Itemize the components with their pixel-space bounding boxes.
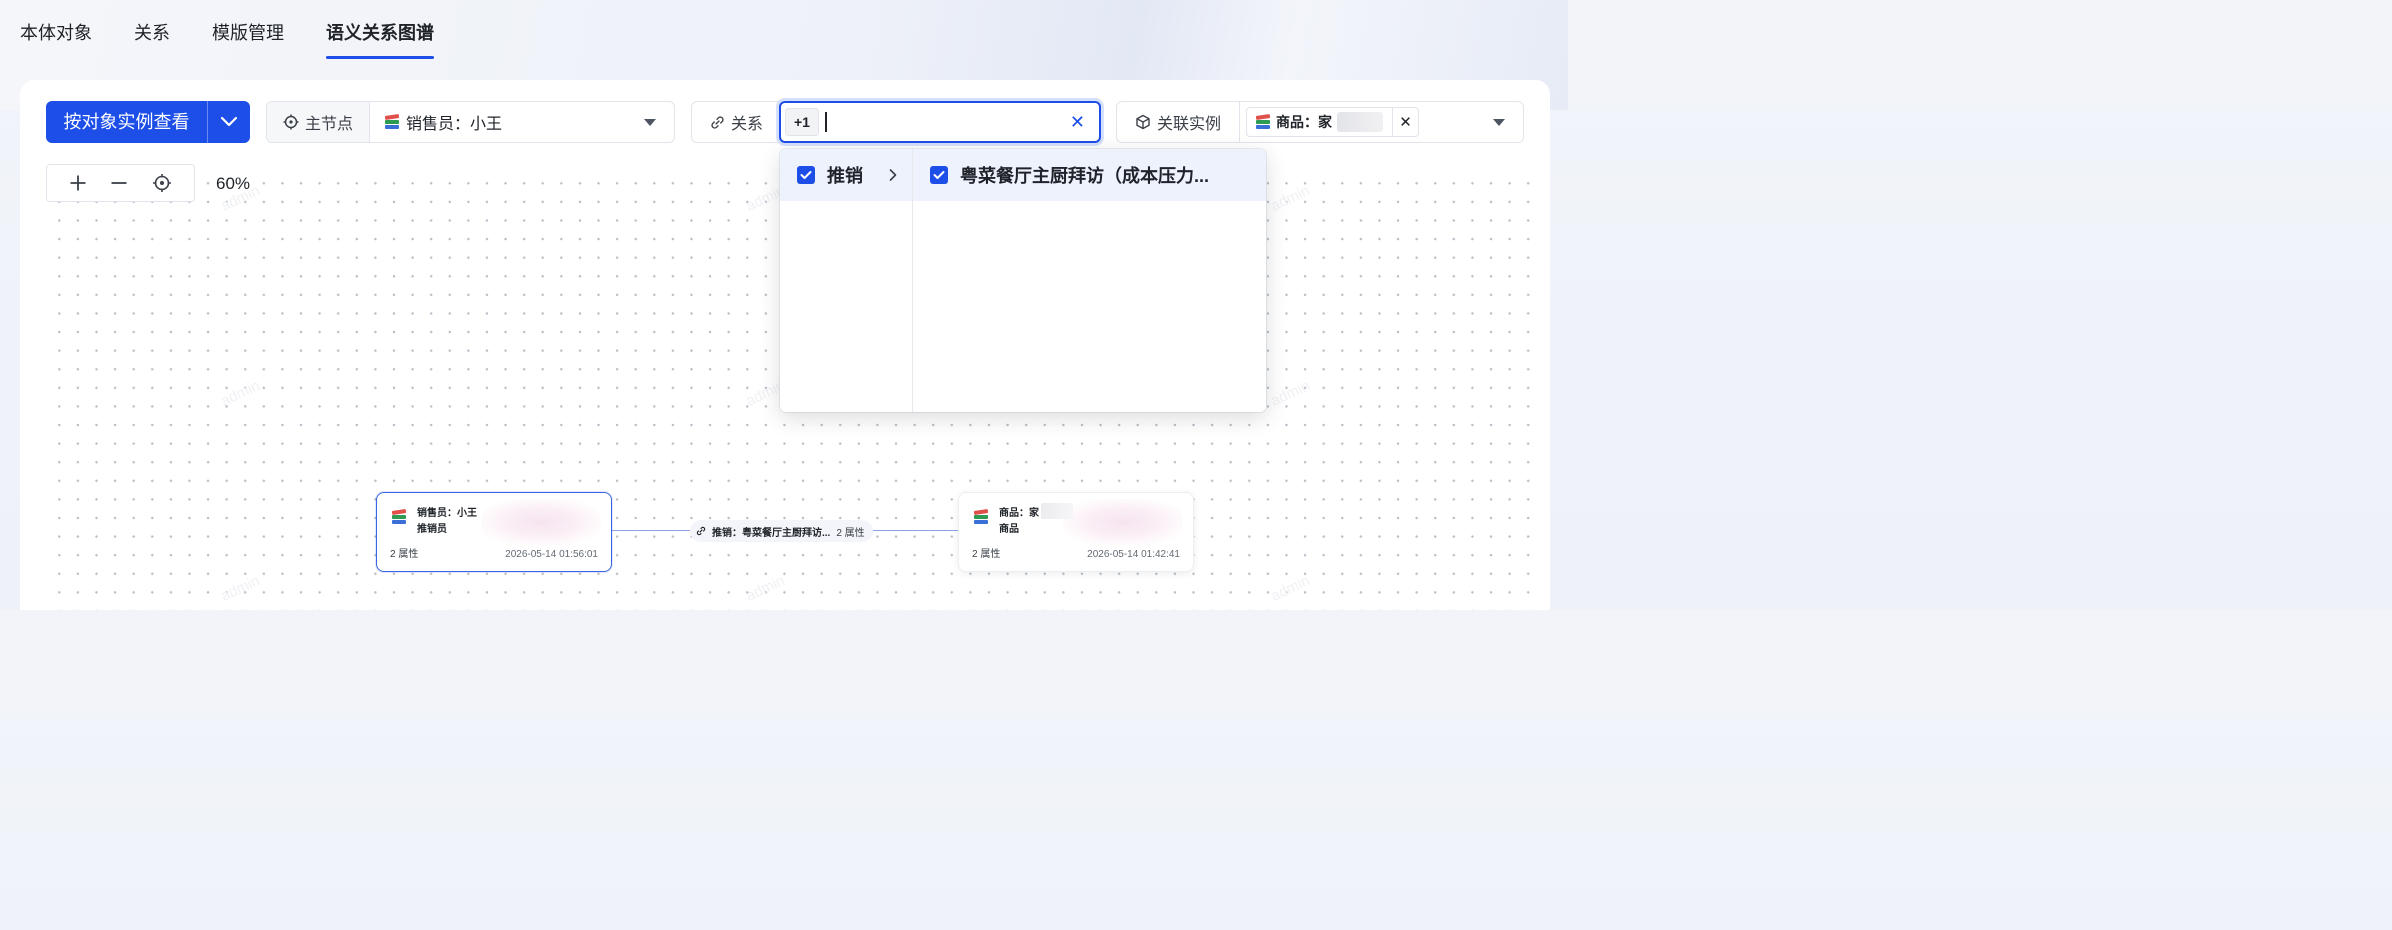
tab-template-management[interactable]: 模版管理 (212, 0, 284, 60)
main-node-value: 销售员：小王 (370, 110, 644, 134)
node-type: 推销员 (417, 524, 447, 535)
selected-instance-tag: 商品：家 ✕ (1246, 107, 1419, 137)
relation-dropdown: 推销 粤菜餐厅主厨拜访（成本压力... (780, 149, 1266, 412)
books-icon (391, 509, 407, 525)
node-attr-count: 2 属性 (972, 549, 1001, 560)
tab-semantic-graph[interactable]: 语义关系图谱 (326, 0, 434, 60)
zoom-controls (46, 164, 195, 202)
relation-select[interactable]: 关系 +1 ✕ (691, 101, 1101, 143)
node-timestamp: 2026-05-14 01:56:01 (505, 549, 598, 560)
tab-relations[interactable]: 关系 (134, 0, 170, 60)
tab-ontology-objects[interactable]: 本体对象 (20, 0, 92, 60)
main-node-value-text: 销售员：小王 (406, 116, 503, 133)
checkbox-checked-icon[interactable] (797, 166, 815, 184)
main-node-select[interactable]: 主节点 销售员：小王 (266, 101, 675, 143)
relation-category-column: 推销 (780, 149, 913, 412)
relation-prefix: 关系 (691, 101, 779, 143)
view-by-instance-label: 按对象实例查看 (63, 112, 190, 132)
zoom-in-icon[interactable] (69, 174, 87, 192)
caret-down-icon[interactable] (1493, 118, 1505, 126)
related-instance-select[interactable]: 关联实例 商品：家 ✕ (1116, 101, 1524, 143)
chevron-down-icon[interactable] (208, 101, 250, 143)
chevron-right-icon (889, 169, 897, 181)
link-icon (711, 115, 724, 129)
caret-down-icon[interactable] (644, 118, 656, 126)
tab-bar: 本体对象 关系 模版管理 语义关系图谱 (20, 0, 476, 60)
related-instance-label: 关联实例 (1157, 116, 1222, 133)
relation-item-option[interactable]: 粤菜餐厅主厨拜访（成本压力... (913, 149, 1266, 201)
zoom-level: 60% (216, 174, 251, 193)
books-icon (1255, 113, 1271, 130)
selected-instance-text: 商品：家 (1276, 114, 1332, 130)
relation-item-label: 粤菜餐厅主厨拜访（成本压力... (960, 166, 1210, 186)
node-title: 销售员：小王 (417, 508, 477, 519)
related-instance-prefix: 关联实例 (1117, 102, 1240, 142)
target-node[interactable]: 商品：家 商品 2 属性 2026-05-14 01:42:41 (958, 492, 1194, 572)
redacted-text (1041, 503, 1073, 519)
edge-attr-count: 2 属性 (836, 527, 865, 539)
main-node-prefix: 主节点 (267, 102, 371, 142)
main-node-label: 主节点 (305, 116, 354, 133)
edge-label-text: 推销：粤菜餐厅主厨拜访... (712, 527, 831, 539)
crosshair-icon (283, 114, 299, 130)
clear-icon[interactable]: ✕ (1070, 113, 1085, 131)
zoom-out-icon[interactable] (110, 174, 128, 192)
node-attr-count: 2 属性 (390, 549, 419, 560)
redacted-text (1337, 112, 1383, 132)
node-type: 商品 (999, 524, 1019, 535)
more-count-tag: +1 (785, 108, 819, 136)
view-by-instance-button[interactable]: 按对象实例查看 (46, 101, 250, 143)
text-caret (824, 112, 827, 132)
relation-search-input[interactable]: +1 ✕ (779, 101, 1101, 143)
relation-category-label: 推销 (827, 166, 863, 186)
relation-label: 关系 (731, 116, 764, 133)
relation-category-option[interactable]: 推销 (780, 149, 912, 201)
checkbox-checked-icon[interactable] (930, 166, 948, 184)
books-icon (384, 113, 400, 130)
recenter-icon[interactable] (152, 173, 172, 193)
cube-icon (1136, 114, 1150, 130)
books-icon (973, 509, 989, 525)
node-title: 商品：家 (999, 508, 1039, 519)
node-timestamp: 2026-05-14 01:42:41 (1087, 549, 1180, 560)
link-icon (696, 526, 706, 536)
relation-item-column: 粤菜餐厅主厨拜访（成本压力... (913, 149, 1266, 412)
source-node[interactable]: 销售员：小王 推销员 2 属性 2026-05-14 01:56:01 (376, 492, 612, 572)
edge-label[interactable]: 推销：粤菜餐厅主厨拜访... 2 属性 (690, 520, 873, 542)
remove-tag-icon[interactable]: ✕ (1392, 108, 1418, 136)
